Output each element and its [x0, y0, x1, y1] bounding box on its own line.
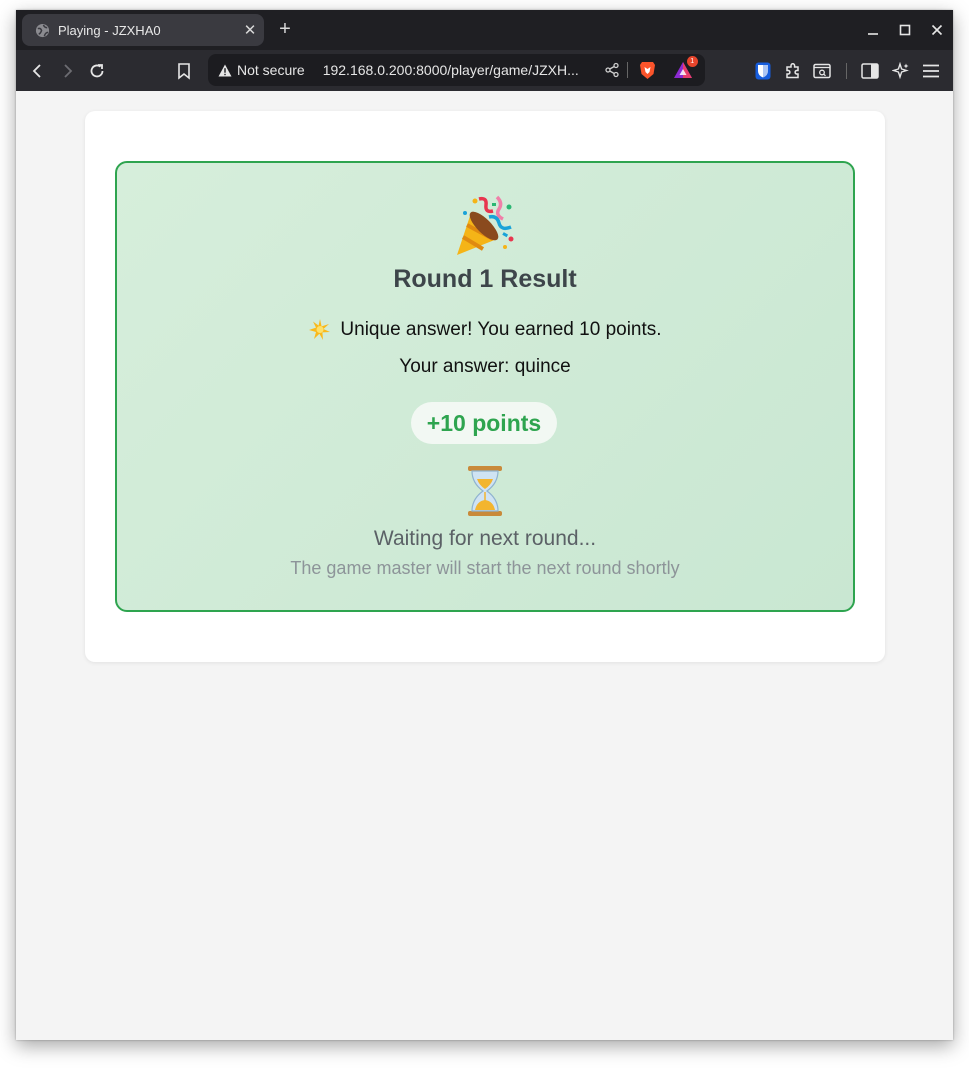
tab-strip: Playing - JZXHA0 ✕ + [16, 10, 953, 50]
unique-answer-text: Unique answer! You earned 10 points. [340, 319, 662, 340]
back-icon[interactable] [25, 58, 51, 84]
forward-icon[interactable] [54, 58, 80, 84]
points-badge: +10 points [411, 402, 557, 444]
hourglass-icon [117, 465, 853, 517]
close-window-icon[interactable] [921, 10, 953, 50]
toolbar-divider [846, 63, 847, 79]
share-icon[interactable] [603, 61, 621, 79]
globe-icon [34, 22, 50, 38]
reload-icon[interactable] [84, 58, 110, 84]
party-popper-icon [117, 193, 853, 257]
leo-ai-icon[interactable] [888, 58, 914, 84]
extensions-icon[interactable] [780, 58, 806, 84]
page-content: Round 1 Result Unique answer! You earned… [16, 91, 953, 1040]
minimize-icon[interactable] [857, 10, 889, 50]
browser-window: Playing - JZXHA0 ✕ + Not secure 192.168.… [16, 10, 953, 1040]
brave-rewards-icon[interactable]: 1 [672, 56, 698, 80]
maximize-icon[interactable] [889, 10, 921, 50]
rewards-badge: 1 [686, 56, 698, 67]
menu-icon[interactable] [918, 58, 944, 84]
warning-icon[interactable] [218, 63, 232, 77]
bookmark-icon[interactable] [171, 58, 197, 84]
bitwarden-icon[interactable] [750, 58, 776, 84]
round-result-panel: Round 1 Result Unique answer! You earned… [115, 161, 855, 612]
brave-shields-icon[interactable] [638, 60, 658, 80]
address-bar[interactable]: Not secure 192.168.0.200:8000/player/gam… [208, 54, 705, 86]
round-result-title: Round 1 Result [393, 265, 577, 293]
game-card: Round 1 Result Unique answer! You earned… [85, 111, 885, 662]
unique-answer-message: Unique answer! You earned 10 points. [117, 318, 853, 342]
waiting-message: Waiting for next round... [373, 527, 597, 550]
tab-active[interactable]: Playing - JZXHA0 ✕ [22, 14, 264, 46]
tab-title: Playing - JZXHA0 [58, 22, 161, 38]
screenshot-icon[interactable] [809, 58, 835, 84]
url-text[interactable]: 192.168.0.200:8000/player/game/JZXH... [323, 62, 593, 78]
close-tab-icon[interactable]: ✕ [236, 21, 264, 39]
security-label[interactable]: Not secure [237, 62, 305, 78]
sidebar-icon[interactable] [857, 58, 883, 84]
waiting-subtext: The game master will start the next roun… [290, 558, 680, 578]
toolbar: Not secure 192.168.0.200:8000/player/gam… [16, 50, 953, 92]
your-answer: Your answer: quince [399, 356, 571, 377]
divider [626, 62, 628, 78]
glowing-star-icon [308, 318, 332, 342]
new-tab-icon[interactable]: + [274, 18, 296, 42]
